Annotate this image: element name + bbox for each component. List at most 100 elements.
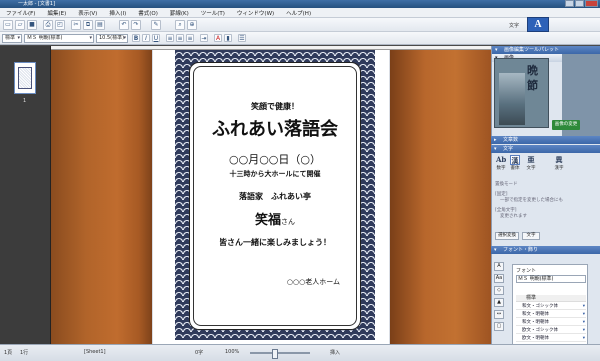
mode-label: 文字 [509,23,520,29]
maximize-button[interactable] [575,0,584,7]
preview-photo [499,73,525,125]
window-controls [565,0,598,7]
flyer-time-place[interactable]: 十三時から大ホールにて開催 [190,169,360,179]
typeface-mode-icon: 漢 [510,155,520,165]
character-mode-icon: 亜 [527,155,535,164]
cut-icon[interactable]: ✂ [71,20,81,30]
save-icon[interactable]: ■ [27,20,37,30]
mode-character[interactable]: 亜 文字 [524,155,538,171]
flyer-frame[interactable]: 笑顔で健康！ ふれあい落語会 ○○月○○日（○） 十三時から大ホールにて開催 落… [189,62,361,330]
flyer-performer-line[interactable]: 落語家 ふれあい亭 [190,191,360,202]
minimize-button[interactable] [565,0,574,7]
new-doc-icon[interactable]: ▭ [3,20,13,30]
list-icon[interactable]: ☰ [238,34,246,42]
font-color-icon[interactable]: A [214,34,222,42]
sheet-tab[interactable]: [Sheet1] [84,349,106,355]
font-list-header: 標準 [516,295,586,302]
menu-help[interactable]: ヘルプ(H) [280,9,317,17]
flyer-title[interactable]: ふれあい落語会 [190,115,360,141]
color-tool-icon[interactable]: ▲ [494,298,504,307]
undo-icon[interactable]: ↶ [119,20,129,30]
status-line: 1行 [20,350,29,356]
bold-button[interactable]: B [132,34,140,42]
apply-image-button[interactable]: 画像の変更 [552,120,580,130]
print-preview-icon[interactable]: ◰ [55,20,65,30]
menu-format[interactable]: 書式(O) [132,9,164,17]
size-tool-icon[interactable]: Aa [494,274,504,283]
kanji-mode-icon: 異 [555,155,563,164]
section-doc-count[interactable]: 文章数 [491,136,600,144]
copy-icon[interactable]: ⧉ [83,20,93,30]
font-list-item[interactable]: 欧文・明朝体 [516,335,586,342]
open-folder-icon[interactable]: ▱ [15,20,25,30]
italic-button[interactable]: I [142,34,150,42]
underline-button[interactable]: U [152,34,160,42]
thumbnail-page-number: 1 [23,98,27,104]
indent-icon[interactable]: ⇥ [200,34,208,42]
mode-kanji[interactable]: 異 漢字 [552,155,566,171]
document-canvas: 笑顔で健康！ ふれあい落語会 ○○月○○日（○） 十三時から大ホールにて開催 落… [51,50,491,345]
border-tool-icon[interactable]: ▢ [494,322,504,331]
number-mode-icon: Ab [496,155,507,164]
font-list-item[interactable]: 和文・明朝体 [516,319,586,326]
align-left-icon[interactable]: ≡ [166,34,174,42]
print-icon[interactable]: ⎙ [43,20,53,30]
style-select[interactable]: 標準 [2,34,22,43]
preview-kanji-2: 節 [527,79,538,92]
flyer-organizer[interactable]: ○○○老人ホーム [170,277,340,287]
align-center-icon[interactable]: ≡ [176,34,184,42]
mode-typeface[interactable]: 漢 書体 [508,155,522,171]
flyer-tagline[interactable]: 笑顔で健康！ [190,101,360,112]
section-font[interactable]: フォント・飾り [491,246,600,254]
char-button[interactable]: 文字 [522,232,540,240]
palette-header[interactable]: 画像編集ツールパレット [492,46,600,54]
menu-tools[interactable]: ツール(T) [195,9,231,17]
zoom-icon[interactable]: ⊕ [187,20,197,30]
zoom-value[interactable]: 100% [225,349,239,355]
image-preview[interactable]: 晩 節 [494,58,549,128]
font-panel: フォント ＭＳ 明朝(標準) 標準 和文・ゴシック体 和文・明朝体 和文・明朝体… [512,264,588,348]
font-combo[interactable]: ＭＳ 明朝(標準) [516,275,586,283]
select-convert-button[interactable]: 選択変換 [495,232,519,240]
page-thumbnail[interactable] [14,62,36,94]
font-tool-icon[interactable]: A [494,262,504,271]
menu-bar: ファイル(F) 編集(E) 表示(V) 挿入(I) 書式(O) 罫線(K) ツー… [0,8,600,18]
font-list-item[interactable]: 欧文・ゴシック体 [516,327,586,334]
thumbnail-pane: 1 [0,46,51,350]
text-mode-button[interactable]: A [527,17,549,32]
preview-kanji-1: 晩 [527,64,538,77]
standard-toolbar: ▭ ▱ ■ ⎙ ◰ ✂ ⧉ ▤ ↶ ↷ ✎ ⌕ ⊕ 文字 [0,18,600,32]
title-bar: 一太郎 - [文書1] [0,0,600,8]
zoom-slider[interactable] [250,349,310,359]
flyer-date[interactable]: ○○月○○日（○） [190,151,360,167]
menu-edit[interactable]: 編集(E) [41,9,72,17]
flyer-performer-name: 笑福 [254,213,281,228]
menu-window[interactable]: ウィンドウ(W) [231,9,280,17]
format-brush-icon[interactable]: ✎ [151,20,161,30]
size-select[interactable]: 10.5(標準) [96,34,128,43]
menu-view[interactable]: 表示(V) [72,9,103,17]
align-right-icon[interactable]: ≡ [186,34,194,42]
spacing-tool-icon[interactable]: ↔ [494,310,504,319]
font-list-item[interactable]: 和文・明朝体 [516,311,586,318]
menu-insert[interactable]: 挿入(I) [103,9,132,17]
section-char[interactable]: 文字 [491,145,600,153]
flyer-invite[interactable]: 皆さん一緒に楽しみましょう！ [190,237,360,248]
flyer-performer[interactable]: 笑福さん [190,209,360,228]
redo-icon[interactable]: ↷ [131,20,141,30]
effect-tool-icon[interactable]: ◇ [494,286,504,295]
flyer-background-pattern: 笑顔で健康！ ふれあい落語会 ○○月○○日（○） 十三時から大ホールにて開催 落… [175,50,375,340]
search-icon[interactable]: ⌕ [175,20,185,30]
menu-file[interactable]: ファイル(F) [0,9,41,17]
status-col: 0字 [195,350,204,356]
paste-icon[interactable]: ▤ [95,20,105,30]
close-button[interactable] [585,0,598,7]
mode-number[interactable]: Ab 数字 [494,155,508,171]
thumbnail-image [18,67,32,89]
font-select[interactable]: ＭＳ 明朝(標準) [24,34,94,43]
status-bar: 1頁 1行 [Sheet1] 0字 100% 挿入 [0,344,600,361]
status-page: 1頁 [4,350,13,356]
highlight-icon[interactable]: ▮ [224,34,232,42]
menu-ruled-line[interactable]: 罫線(K) [164,9,195,17]
font-list-item[interactable]: 和文・ゴシック体 [516,303,586,310]
